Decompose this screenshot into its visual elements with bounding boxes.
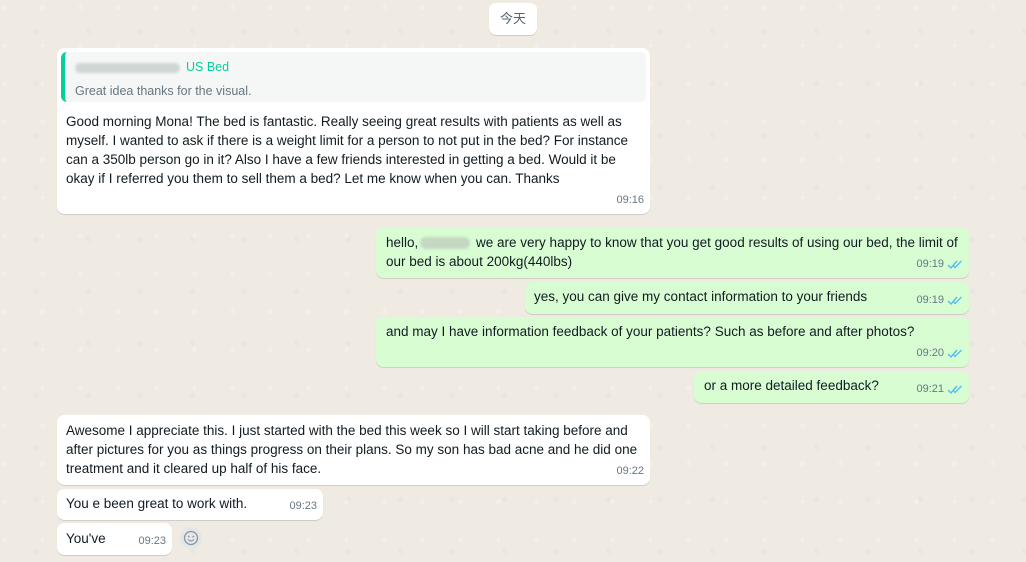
message-time: 09:22 [616,465,644,477]
message-text: You've [66,531,106,546]
double-check-icon [947,385,962,395]
incoming-message[interactable]: You e been great to work with. 09:23 [57,489,323,520]
message-time: 09:19 [916,258,944,270]
message-meta: 09:16 [616,191,644,210]
quoted-message[interactable]: US Bed Great idea thanks for the visual. [61,52,646,102]
message-time: 09:16 [616,194,644,206]
message-text: and may I have information feedback of y… [386,324,915,339]
quoted-author-name: US Bed [186,60,230,74]
message-text-part: hello, [386,235,419,250]
message-meta: 09:23 [289,497,317,516]
incoming-message[interactable]: You've 09:23 [57,523,172,555]
message-text-part: we are very happy to know that you get g… [386,235,958,269]
message-text: Good morning Mona! The bed is fantastic.… [66,114,629,186]
incoming-message[interactable]: Awesome I appreciate this. I just starte… [57,415,650,485]
message-meta: 09:22 [616,462,644,481]
message-text: You e been great to work with. [66,496,248,511]
message-time: 09:23 [289,500,317,512]
message-text: hello, we are very happy to know that yo… [386,233,958,271]
emoji-smile-icon [183,530,199,546]
message-meta: 09:20 [916,344,963,363]
double-check-icon [947,260,962,270]
double-check-icon [947,296,962,306]
message-text: or a more detailed feedback? [704,378,879,393]
outgoing-message[interactable]: or a more detailed feedback? 09:21 [694,371,969,403]
message-text: Awesome I appreciate this. I just starte… [66,423,638,476]
message-meta: 09:19 [916,291,963,310]
reaction-button[interactable] [180,527,202,549]
redacted-name [75,62,180,73]
redacted-name [420,237,471,250]
quoted-author: US Bed [75,58,636,77]
double-check-icon [947,349,962,359]
outgoing-message[interactable]: hello, we are very happy to know that yo… [376,228,969,278]
message-meta: 09:23 [138,532,166,551]
message-meta: 09:21 [916,380,963,399]
quoted-text: Great idea thanks for the visual. [75,84,252,98]
incoming-message[interactable]: US Bed Great idea thanks for the visual.… [57,48,650,214]
message-text: yes, you can give my contact information… [534,289,868,304]
date-divider: 今天 [489,3,537,35]
outgoing-message[interactable]: and may I have information feedback of y… [376,317,969,367]
message-time: 09:20 [916,347,944,359]
message-meta: 09:19 [916,255,963,274]
message-time: 09:23 [138,535,166,547]
message-time: 09:19 [916,294,944,306]
message-time: 09:21 [916,383,944,395]
outgoing-message[interactable]: yes, you can give my contact information… [525,282,969,314]
